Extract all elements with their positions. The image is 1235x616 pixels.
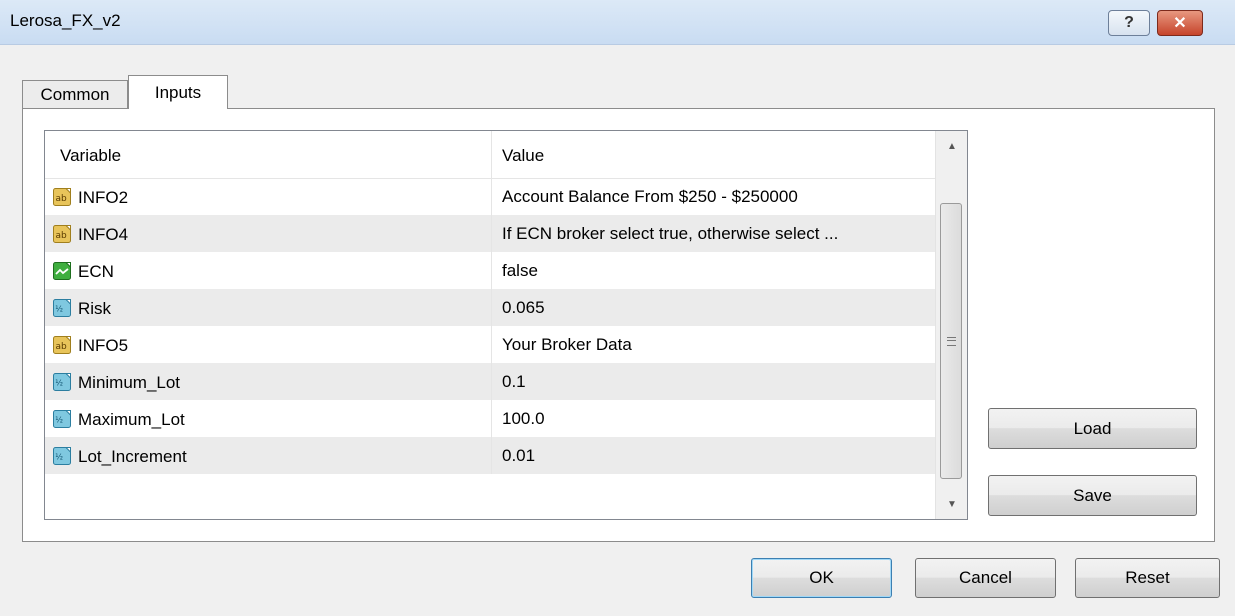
variable-name: Maximum_Lot (78, 410, 185, 430)
svg-text:½: ½ (55, 304, 63, 313)
table-row[interactable]: ECN false (45, 252, 935, 289)
table-row[interactable]: ½ Maximum_Lot 100.0 (45, 400, 935, 437)
column-header-variable[interactable]: Variable (45, 131, 492, 178)
column-header-value[interactable]: Value (492, 131, 935, 178)
tab-inputs[interactable]: Inputs (128, 75, 228, 109)
bool-type-icon (53, 261, 72, 281)
variable-name: ECN (78, 262, 114, 282)
title-bar[interactable]: Lerosa_FX_v2 ? ✕ (0, 0, 1235, 45)
double-type-icon: ½ (53, 372, 72, 392)
inputs-grid: Variable Value ab INFO2 Account Balance Fr… (44, 130, 968, 520)
table-row[interactable]: ½ Lot_Increment 0.01 (45, 437, 935, 474)
window-title: Lerosa_FX_v2 (10, 11, 121, 30)
save-button[interactable]: Save (988, 475, 1197, 516)
svg-text:ab: ab (56, 231, 68, 241)
dialog-window: Lerosa_FX_v2 ? ✕ Common Inputs Variable … (0, 0, 1235, 616)
variable-cell[interactable]: ab INFO5 (45, 326, 492, 363)
svg-text:½: ½ (55, 378, 63, 387)
grid-rows: ab INFO2 Account Balance From $250 - $2500… (45, 178, 935, 474)
variable-cell[interactable]: ½ Maximum_Lot (45, 400, 492, 437)
load-button[interactable]: Load (988, 408, 1197, 449)
value-cell[interactable]: 100.0 (492, 400, 935, 437)
scroll-up-arrow-icon[interactable]: ▲ (936, 131, 967, 161)
vertical-scrollbar[interactable]: ▲ ▼ (935, 131, 967, 519)
double-type-icon: ½ (53, 409, 72, 429)
grid-header: Variable Value (45, 131, 935, 179)
table-row[interactable]: ab INFO4 If ECN broker select true, otherw… (45, 215, 935, 252)
svg-text:½: ½ (55, 452, 63, 461)
value-cell[interactable]: 0.1 (492, 363, 935, 400)
double-type-icon: ½ (53, 298, 72, 318)
value-cell[interactable]: Account Balance From $250 - $250000 (492, 178, 935, 215)
svg-text:ab: ab (56, 342, 68, 352)
double-type-icon: ½ (53, 446, 72, 466)
variable-name: Risk (78, 299, 112, 319)
variable-cell[interactable]: ½ Risk (45, 289, 492, 326)
value-cell[interactable]: Your Broker Data (492, 326, 935, 363)
variable-cell[interactable]: ab INFO4 (45, 215, 492, 252)
string-type-icon: ab (53, 224, 72, 244)
cancel-button[interactable]: Cancel (915, 558, 1056, 598)
table-row[interactable]: ab INFO2 Account Balance From $250 - $2500… (45, 178, 935, 215)
close-button[interactable]: ✕ (1157, 10, 1203, 36)
scroll-down-arrow-icon[interactable]: ▼ (936, 489, 967, 519)
value-cell[interactable]: 0.065 (492, 289, 935, 326)
value-cell[interactable]: 0.01 (492, 437, 935, 474)
reset-button[interactable]: Reset (1075, 558, 1220, 598)
value-cell[interactable]: If ECN broker select true, otherwise sel… (492, 215, 935, 252)
ok-button[interactable]: OK (751, 558, 892, 598)
string-type-icon: ab (53, 335, 72, 355)
variable-cell[interactable]: ½ Lot_Increment (45, 437, 492, 474)
string-type-icon: ab (53, 187, 72, 207)
svg-text:½: ½ (55, 415, 63, 424)
tab-common[interactable]: Common (22, 80, 128, 108)
grip-icon (946, 336, 956, 346)
svg-text:ab: ab (56, 194, 68, 204)
variable-name: Minimum_Lot (78, 373, 181, 393)
variable-name: INFO2 (78, 188, 129, 208)
value-cell[interactable]: false (492, 252, 935, 289)
scroll-thumb[interactable] (940, 203, 962, 479)
variable-name: INFO5 (78, 336, 129, 356)
table-row[interactable]: ½ Risk 0.065 (45, 289, 935, 326)
variable-name: INFO4 (78, 225, 129, 245)
help-button[interactable]: ? (1108, 10, 1150, 36)
variable-name: Lot_Increment (78, 447, 187, 467)
variable-cell[interactable]: ab INFO2 (45, 178, 492, 215)
table-row[interactable]: ½ Minimum_Lot 0.1 (45, 363, 935, 400)
variable-cell[interactable]: ECN (45, 252, 492, 289)
variable-cell[interactable]: ½ Minimum_Lot (45, 363, 492, 400)
table-row[interactable]: ab INFO5 Your Broker Data (45, 326, 935, 363)
